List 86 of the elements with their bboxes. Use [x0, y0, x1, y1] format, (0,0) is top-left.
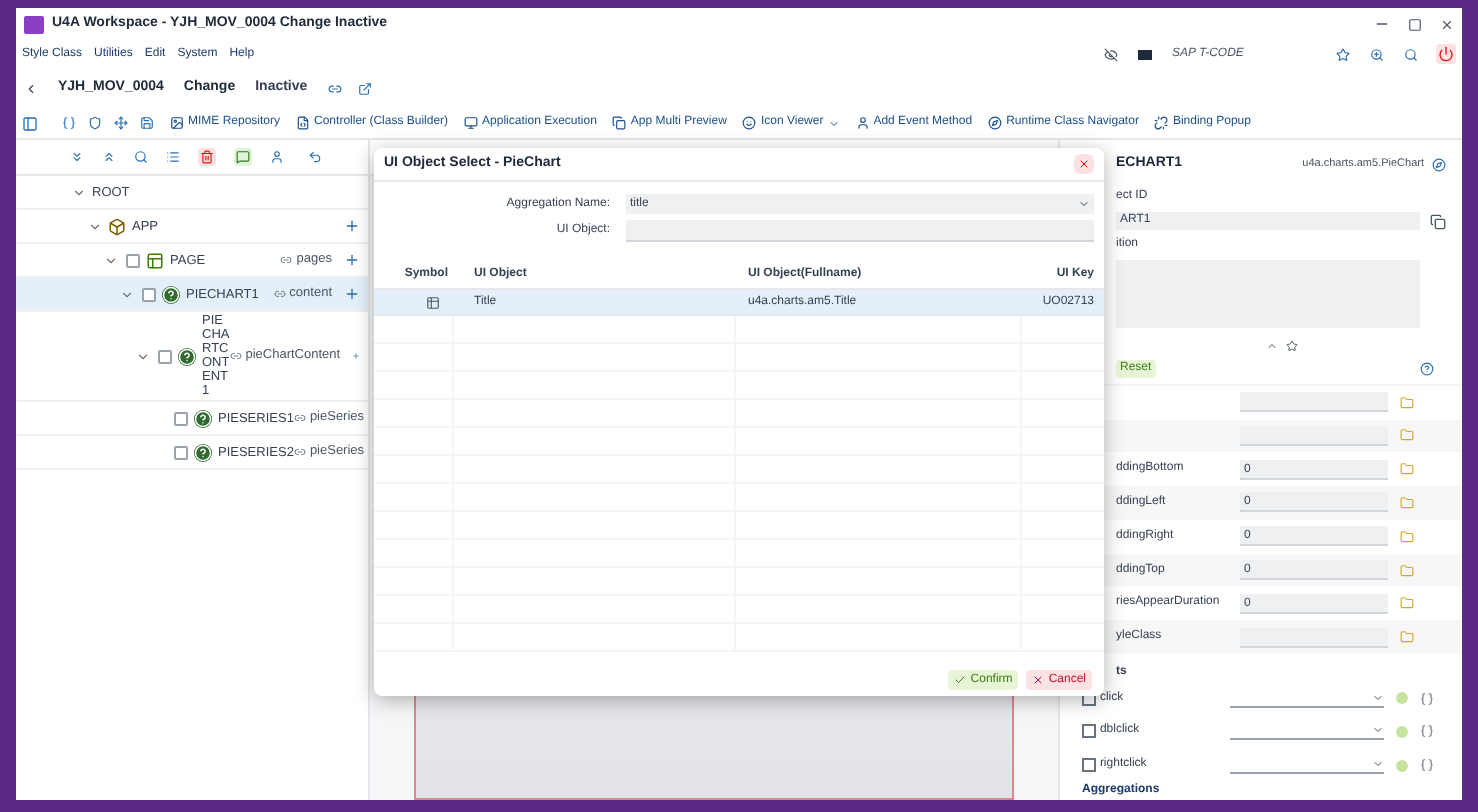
shield-icon[interactable] — [88, 116, 102, 130]
table-icon — [426, 295, 440, 309]
checkbox[interactable] — [158, 349, 172, 363]
close-icon — [1032, 674, 1045, 686]
braces-icon[interactable] — [1420, 691, 1434, 706]
caret-icon — [1078, 198, 1090, 210]
control-icon — [162, 285, 180, 303]
property-field[interactable] — [1240, 425, 1388, 446]
collapse-icon[interactable] — [72, 185, 86, 199]
delete-button[interactable] — [198, 148, 216, 166]
link-icon — [293, 412, 306, 424]
star-icon[interactable] — [1285, 340, 1297, 352]
checkbox[interactable] — [174, 411, 188, 425]
help-icon[interactable] — [1420, 362, 1434, 377]
property-field[interactable] — [1240, 392, 1388, 413]
caret-icon — [1372, 724, 1385, 737]
person-icon[interactable] — [270, 150, 284, 164]
link-icon — [293, 446, 306, 458]
collapse-icon[interactable] — [136, 349, 150, 363]
control-icon — [194, 409, 212, 427]
checkbox[interactable] — [1082, 758, 1096, 773]
link-icon — [229, 350, 242, 362]
checkbox[interactable] — [174, 445, 188, 459]
smiley-icon — [742, 116, 757, 130]
caret-icon — [1372, 691, 1385, 704]
back-icon[interactable] — [24, 81, 38, 95]
code-file-icon — [296, 116, 311, 130]
collapse-icon[interactable] — [104, 253, 118, 267]
add-icon[interactable] — [344, 286, 360, 302]
compass-icon[interactable] — [1432, 157, 1446, 171]
maximize-icon[interactable] — [1408, 17, 1422, 31]
braces-icon[interactable] — [1420, 724, 1434, 739]
chevron-icon[interactable] — [1265, 340, 1277, 352]
expand-all-icon[interactable] — [70, 150, 84, 164]
page-icon — [146, 251, 164, 269]
checkbox[interactable] — [142, 287, 156, 301]
list-icon[interactable] — [166, 150, 180, 164]
undo-icon[interactable] — [308, 150, 322, 164]
save-icon[interactable] — [140, 116, 154, 130]
close-icon[interactable] — [1440, 17, 1454, 31]
control-icon — [194, 443, 212, 461]
speech-bubble-icon — [236, 150, 250, 164]
ui-object-field[interactable] — [626, 220, 1094, 242]
copy-icon — [612, 116, 627, 130]
unlink-icon — [1154, 116, 1169, 130]
search-icon[interactable] — [134, 150, 148, 164]
image-icon — [170, 116, 184, 130]
close-button[interactable] — [1074, 154, 1094, 174]
move-icon[interactable] — [114, 116, 128, 130]
collapse-icon[interactable] — [88, 219, 102, 233]
compass-icon — [988, 116, 1003, 130]
description-field[interactable] — [1116, 260, 1420, 328]
monitor-icon — [464, 116, 479, 130]
external-link-icon[interactable] — [357, 81, 372, 95]
checkbox[interactable] — [1082, 724, 1096, 739]
braces-icon[interactable] — [1420, 758, 1434, 773]
add-icon[interactable] — [344, 218, 360, 234]
star-icon[interactable] — [1336, 47, 1350, 61]
link-icon[interactable] — [327, 81, 342, 95]
search-icon[interactable] — [1404, 47, 1418, 61]
box-icon — [108, 217, 126, 235]
check-icon — [954, 674, 967, 686]
comment-button[interactable] — [234, 148, 252, 166]
braces-icon[interactable] — [62, 116, 76, 130]
zoom-icon[interactable] — [1370, 47, 1384, 61]
control-icon — [178, 347, 196, 365]
eye-off-icon[interactable] — [1104, 47, 1118, 61]
add-icon[interactable] — [344, 252, 360, 268]
checkbox[interactable] — [126, 253, 140, 267]
link-icon — [280, 254, 293, 266]
event-dropdown[interactable] — [1230, 722, 1385, 741]
app-logo-icon — [24, 15, 44, 33]
power-button[interactable] — [1436, 44, 1456, 64]
person-icon — [855, 116, 870, 130]
power-icon — [1438, 46, 1454, 62]
link-icon — [273, 288, 286, 300]
property-field[interactable] — [1240, 627, 1388, 648]
copy-icon[interactable] — [1430, 213, 1446, 229]
add-icon[interactable] — [352, 348, 360, 364]
close-icon — [1078, 158, 1090, 170]
caret-icon — [1372, 758, 1385, 771]
collapse-icon[interactable] — [120, 287, 134, 301]
trash-icon — [200, 150, 214, 164]
event-dropdown[interactable] — [1230, 756, 1385, 775]
collapse-all-icon[interactable] — [102, 150, 116, 164]
panel-icon[interactable] — [22, 115, 38, 131]
